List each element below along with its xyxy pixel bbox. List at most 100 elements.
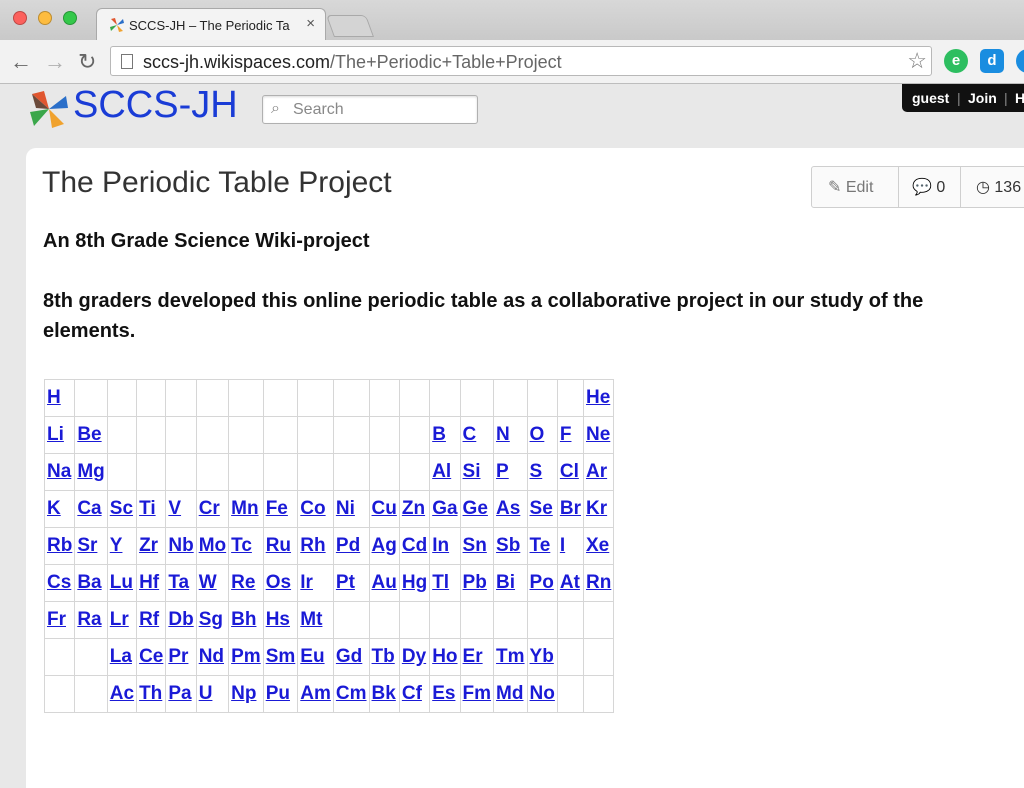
- search-input[interactable]: ⌕ Search: [262, 95, 478, 124]
- element-link[interactable]: Tl: [432, 572, 449, 593]
- element-link[interactable]: Ti: [139, 498, 156, 519]
- element-link[interactable]: K: [47, 498, 61, 519]
- element-link[interactable]: Os: [266, 572, 291, 593]
- element-link[interactable]: Mt: [300, 609, 322, 630]
- element-link[interactable]: Au: [372, 572, 397, 593]
- element-link[interactable]: Ra: [77, 609, 101, 630]
- element-link[interactable]: Pr: [168, 646, 188, 667]
- element-link[interactable]: Eu: [300, 646, 324, 667]
- element-link[interactable]: Ca: [77, 498, 101, 519]
- element-link[interactable]: Se: [530, 498, 553, 519]
- element-link[interactable]: Ta: [168, 572, 189, 593]
- window-minimize-button[interactable]: [38, 11, 52, 25]
- element-link[interactable]: Yb: [530, 646, 554, 667]
- element-link[interactable]: Cf: [402, 683, 422, 704]
- element-link[interactable]: Sc: [110, 498, 133, 519]
- element-link[interactable]: Ge: [463, 498, 488, 519]
- element-link[interactable]: Kr: [586, 498, 607, 519]
- element-link[interactable]: Lr: [110, 609, 129, 630]
- element-link[interactable]: Sn: [463, 535, 487, 556]
- element-link[interactable]: Al: [432, 461, 451, 482]
- tab-close-icon[interactable]: ×: [306, 15, 315, 32]
- element-link[interactable]: N: [496, 424, 510, 445]
- element-link[interactable]: Ne: [586, 424, 610, 445]
- element-link[interactable]: Rf: [139, 609, 159, 630]
- element-link[interactable]: La: [110, 646, 132, 667]
- element-link[interactable]: In: [432, 535, 449, 556]
- element-link[interactable]: Md: [496, 683, 523, 704]
- element-link[interactable]: Be: [77, 424, 101, 445]
- element-link[interactable]: Te: [530, 535, 551, 556]
- element-link[interactable]: As: [496, 498, 520, 519]
- element-link[interactable]: Re: [231, 572, 255, 593]
- element-link[interactable]: Ga: [432, 498, 457, 519]
- element-link[interactable]: Bi: [496, 572, 515, 593]
- history-button[interactable]: ◷ 136: [976, 167, 1021, 207]
- element-link[interactable]: Ni: [336, 498, 355, 519]
- element-link[interactable]: Er: [463, 646, 483, 667]
- element-link[interactable]: Bh: [231, 609, 256, 630]
- element-link[interactable]: O: [530, 424, 545, 445]
- element-link[interactable]: Ar: [586, 461, 607, 482]
- d-extension-icon[interactable]: d: [980, 49, 1004, 73]
- element-link[interactable]: F: [560, 424, 572, 445]
- reload-icon[interactable]: ↻: [78, 49, 96, 75]
- element-link[interactable]: Na: [47, 461, 71, 482]
- element-link[interactable]: Rn: [586, 572, 611, 593]
- element-link[interactable]: Pa: [168, 683, 191, 704]
- element-link[interactable]: Mn: [231, 498, 258, 519]
- element-link[interactable]: Pu: [266, 683, 290, 704]
- help-link[interactable]: H: [1015, 90, 1024, 106]
- element-link[interactable]: Tm: [496, 646, 525, 667]
- element-link[interactable]: Cu: [372, 498, 397, 519]
- new-tab-button[interactable]: [325, 15, 375, 37]
- evernote-extension-icon[interactable]: e: [944, 49, 968, 73]
- element-link[interactable]: Th: [139, 683, 162, 704]
- edit-button[interactable]: ✎ Edit: [828, 167, 873, 207]
- element-link[interactable]: S: [530, 461, 543, 482]
- element-link[interactable]: Zn: [402, 498, 425, 519]
- element-link[interactable]: Hg: [402, 572, 427, 593]
- element-link[interactable]: Xe: [586, 535, 609, 556]
- element-link[interactable]: No: [530, 683, 555, 704]
- element-link[interactable]: Ru: [266, 535, 291, 556]
- element-link[interactable]: Ho: [432, 646, 457, 667]
- element-link[interactable]: Tc: [231, 535, 252, 556]
- element-link[interactable]: Zr: [139, 535, 158, 556]
- element-link[interactable]: Rh: [300, 535, 325, 556]
- element-link[interactable]: Gd: [336, 646, 362, 667]
- element-link[interactable]: Cr: [199, 498, 220, 519]
- element-link[interactable]: Mg: [77, 461, 104, 482]
- element-link[interactable]: P: [496, 461, 509, 482]
- element-link[interactable]: Db: [168, 609, 193, 630]
- element-link[interactable]: Li: [47, 424, 64, 445]
- element-link[interactable]: Sm: [266, 646, 296, 667]
- element-link[interactable]: V: [168, 498, 181, 519]
- element-link[interactable]: Si: [463, 461, 481, 482]
- element-link[interactable]: Cs: [47, 572, 71, 593]
- element-link[interactable]: Sg: [199, 609, 223, 630]
- element-link[interactable]: Ac: [110, 683, 134, 704]
- element-link[interactable]: Y: [110, 535, 123, 556]
- window-maximize-button[interactable]: [63, 11, 77, 25]
- element-link[interactable]: Sr: [77, 535, 97, 556]
- forward-arrow-icon[interactable]: →: [44, 49, 66, 75]
- element-link[interactable]: Lu: [110, 572, 133, 593]
- browser-tab[interactable]: SCCS-JH – The Periodic Ta ×: [96, 8, 326, 40]
- element-link[interactable]: H: [47, 387, 61, 408]
- element-link[interactable]: Mo: [199, 535, 226, 556]
- element-link[interactable]: Fm: [463, 683, 492, 704]
- element-link[interactable]: Pd: [336, 535, 360, 556]
- element-link[interactable]: Fr: [47, 609, 66, 630]
- element-link[interactable]: I: [560, 535, 565, 556]
- element-link[interactable]: Ag: [372, 535, 397, 556]
- element-link[interactable]: Nb: [168, 535, 193, 556]
- element-link[interactable]: Es: [432, 683, 455, 704]
- bookmark-star-icon[interactable]: ☆: [907, 48, 927, 74]
- element-link[interactable]: Hf: [139, 572, 159, 593]
- element-link[interactable]: Nd: [199, 646, 224, 667]
- element-link[interactable]: Bk: [372, 683, 396, 704]
- element-link[interactable]: U: [199, 683, 213, 704]
- element-link[interactable]: Np: [231, 683, 256, 704]
- element-link[interactable]: Hs: [266, 609, 290, 630]
